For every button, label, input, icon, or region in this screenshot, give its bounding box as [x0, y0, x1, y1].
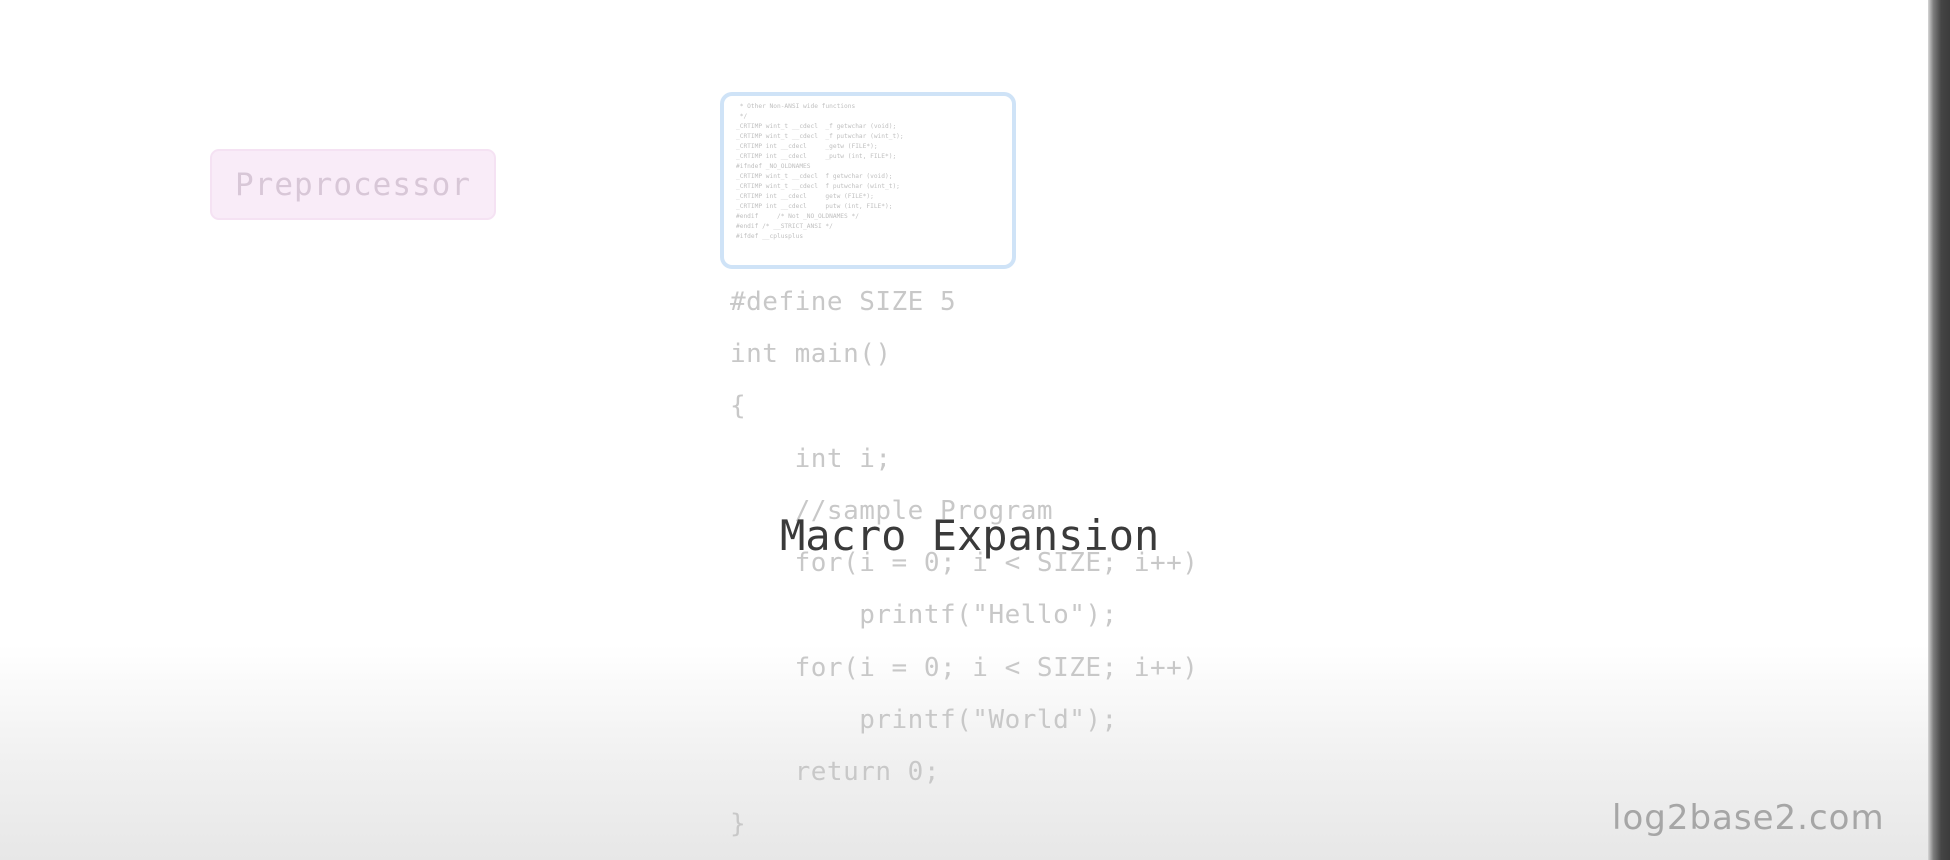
header-line: */: [736, 113, 748, 120]
header-line: _CRTIMP wint_t __cdecl f putwchar (wint_…: [736, 183, 900, 190]
header-line: #endif /* Not _NO_OLDNAMES */: [736, 213, 859, 220]
header-line: _CRTIMP int __cdecl _putw (int, FILE*);: [736, 153, 897, 160]
video-frame: Preprocessor * Other Non-ANSI wide funct…: [0, 0, 1950, 860]
code-line: int main(): [730, 339, 892, 369]
macro-expansion-title: Macro Expansion: [780, 511, 1160, 560]
header-line: #endif /* __STRICT_ANSI */: [736, 223, 833, 230]
frame-edge-bar: [1928, 0, 1950, 860]
code-line: {: [730, 391, 747, 421]
code-line: for(i = 0; i < SIZE; i++): [730, 653, 1199, 683]
code-line: return 0;: [730, 757, 940, 787]
preprocessor-label: Preprocessor: [235, 166, 471, 203]
code-line: }: [730, 809, 747, 839]
code-line: printf("Hello");: [730, 600, 1118, 630]
header-line: #ifndef _NO_OLDNAMES: [736, 163, 811, 170]
header-line: _CRTIMP wint_t __cdecl _f getwchar (void…: [736, 123, 897, 130]
code-line: #define SIZE 5: [730, 287, 957, 317]
header-line: _CRTIMP int __cdecl _getw (FILE*);: [736, 143, 878, 150]
code-line: int i;: [730, 444, 892, 474]
header-line: _CRTIMP int __cdecl getw (FILE*);: [736, 193, 874, 200]
header-line: #ifdef __cplusplus: [736, 233, 804, 240]
header-line: _CRTIMP int __cdecl putw (int, FILE*);: [736, 203, 893, 210]
header-line: _CRTIMP wint_t __cdecl f getwchar (void)…: [736, 173, 893, 180]
preprocessor-badge: Preprocessor: [210, 149, 496, 220]
header-line: _CRTIMP wint_t __cdecl _f putwchar (wint…: [736, 133, 904, 140]
header-file-thumbnail: * Other Non-ANSI wide functions */ _CRTI…: [720, 92, 1016, 269]
header-line: * Other Non-ANSI wide functions: [736, 103, 856, 110]
site-watermark: log2base2.com: [1612, 798, 1885, 838]
code-line: printf("World");: [730, 705, 1118, 735]
